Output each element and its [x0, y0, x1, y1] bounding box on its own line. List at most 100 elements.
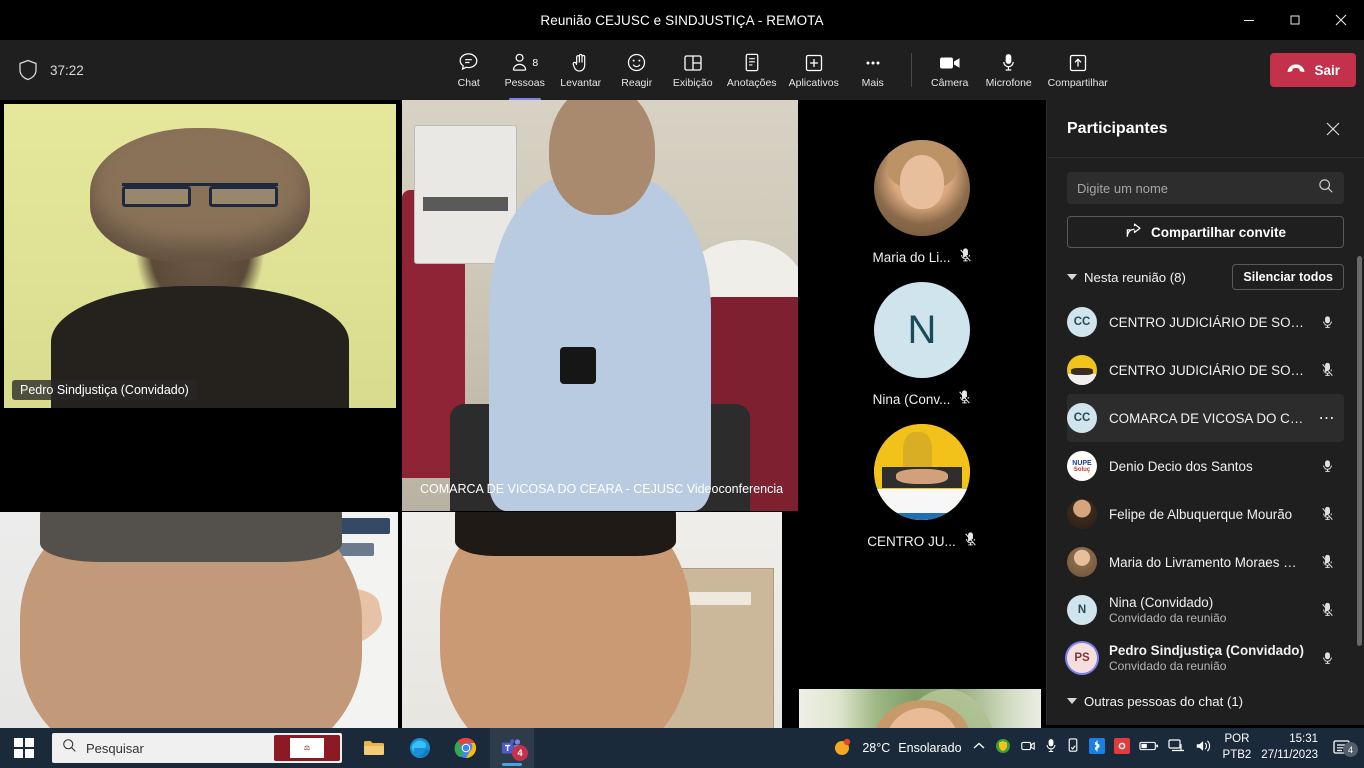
battery-icon[interactable] [1138, 739, 1159, 758]
search-input[interactable] [1077, 180, 1318, 196]
participant-row[interactable]: CC COMARCA DE VICOSA DO CEA... ⋯ [1067, 394, 1344, 442]
participant-name: Maria do Livramento Moraes Fo... [1109, 555, 1304, 570]
leave-meeting-button[interactable]: Sair [1270, 53, 1356, 87]
windows-start-icon[interactable] [0, 728, 48, 768]
taskbar-search[interactable]: Pesquisar ⚖ [52, 733, 342, 763]
video-feed [4, 104, 396, 408]
panel-header: Participantes [1047, 100, 1364, 158]
title-bar: Reunião CEJUSC e SINDJUSTIÇA - REMOTA [0, 0, 1364, 40]
rail-label: Maria do Li... [872, 248, 971, 266]
chevron-down-icon [1067, 274, 1077, 280]
more-options-icon[interactable]: ⋯ [1316, 408, 1338, 428]
muted-microphone-icon[interactable] [1316, 362, 1338, 378]
toolbar-apps-label: Aplicativos [788, 76, 839, 89]
other-chat-section-header[interactable]: Outras pessoas do chat (1) [1067, 688, 1344, 714]
toolbar-raise-hand-button[interactable]: Levantar [553, 41, 609, 99]
rail-tile-nina[interactable]: N Nina (Conv... [798, 282, 1046, 408]
share-screen-icon [1068, 52, 1088, 74]
shield-green-icon[interactable] [995, 738, 1011, 759]
usb-icon[interactable] [1066, 737, 1080, 759]
share-invite-button[interactable]: Compartilhar convite [1067, 216, 1344, 248]
participant-row[interactable]: Felipe de Albuquerque Mourão [1067, 490, 1344, 538]
volume-icon[interactable] [1195, 738, 1213, 759]
weather-widget[interactable]: 28°C Ensolarado [832, 737, 962, 760]
participant-row[interactable]: CENTRO JUDICIÁRIO DE SOLUÇ... [1067, 346, 1344, 394]
plus-box-icon [804, 52, 824, 74]
toolbar-chat-button[interactable]: Chat [441, 41, 497, 99]
participant-row[interactable]: N Nina (Convidado) Convidado da reunião [1067, 586, 1344, 634]
participant-name-text: CENTRO JUDICIÁRIO DE SOLUÇ... [1109, 362, 1304, 378]
camera-tray-icon[interactable] [1020, 738, 1036, 759]
google-chrome-icon[interactable] [444, 728, 488, 768]
rail-tile-maria[interactable]: Maria do Li... [798, 140, 1046, 266]
toolbar-people-button[interactable]: 8 Pessoas [497, 41, 553, 101]
muted-microphone-icon[interactable] [1316, 602, 1338, 618]
toolbar-camera-button[interactable]: Câmera [922, 41, 978, 99]
tile-name-label: COMARCA DE VICOSA DO CEARA - CEJUSC Vide… [420, 482, 785, 496]
meeting-timer: 37:22 [50, 62, 84, 78]
participant-row[interactable]: CC CENTRO JUDICIÁRIO DE SOLUÇ... [1067, 298, 1344, 346]
toolbar-microphone-button[interactable]: Microfone [978, 41, 1040, 99]
participant-name-text: Denio Decio dos Santos [1109, 458, 1253, 474]
search-thumbnail[interactable]: ⚖ [274, 735, 340, 761]
microsoft-teams-icon[interactable]: 4 [490, 728, 534, 768]
avatar: N [874, 282, 970, 378]
mute-all-button[interactable]: Silenciar todos [1232, 264, 1344, 290]
clock[interactable]: 15:31 27/11/2023 [1261, 732, 1318, 763]
participant-subtitle: Convidado da reunião [1109, 659, 1227, 673]
toolbar-notes-button[interactable]: Anotações [721, 41, 783, 99]
shield-icon [18, 59, 38, 81]
meeting-toolbar: 37:22 Chat 8 Pessoas Levantar Reagir Exi… [0, 40, 1364, 101]
close-button[interactable] [1318, 0, 1364, 40]
network-icon[interactable] [1167, 738, 1186, 758]
toolbar-apps-button[interactable]: Aplicativos [783, 41, 845, 99]
participant-row[interactable]: Maria do Livramento Moraes Fo... [1067, 538, 1344, 586]
video-tile-pedro[interactable]: Pedro Sindjustiça (Convidado) [4, 104, 396, 408]
section-toggle[interactable]: Outras pessoas do chat (1) [1067, 694, 1243, 709]
panel-scrollbar[interactable] [1357, 256, 1362, 646]
notification-icon[interactable]: 4 [1328, 739, 1358, 757]
close-icon[interactable] [1320, 116, 1346, 142]
notes-icon [743, 52, 761, 74]
rail-tile-centro[interactable]: CENTRO JU... [798, 424, 1046, 550]
language-indicator[interactable]: POR PTB2 [1223, 732, 1252, 763]
toolbar-view-button[interactable]: Exibição [665, 41, 721, 99]
window-controls [1226, 0, 1364, 40]
participant-row[interactable]: NUPE Soluç Denio Decio dos Santos [1067, 442, 1344, 490]
video-tile-comarca[interactable]: COMARCA DE VICOSA DO CEARA - CEJUSC Vide… [402, 100, 798, 511]
chevron-up-icon[interactable] [972, 739, 986, 757]
toolbar-left: 37:22 [0, 59, 300, 81]
weather-temp: 28°C [862, 741, 891, 755]
taskbar-apps: 4 [352, 728, 534, 768]
panel-body: Compartilhar convite Nesta reunião (8) S… [1047, 158, 1364, 714]
toolbar-react-button[interactable]: Reagir [609, 41, 665, 99]
participants-rail: Maria do Li... N Nina (Conv... CENTRO JU… [798, 100, 1046, 725]
section-toggle[interactable]: Nesta reunião (8) [1067, 270, 1186, 285]
participant-name-text: Nina (Convidado) [1109, 595, 1214, 610]
participants-panel: Participantes Compartilhar convite [1046, 100, 1364, 725]
muted-microphone-icon[interactable] [1316, 554, 1338, 570]
participant-subtitle: Convidado da reunião [1109, 611, 1227, 625]
bluetooth-icon[interactable] [1088, 737, 1105, 759]
maximize-button[interactable] [1272, 0, 1318, 40]
toolbar-notes-label: Anotações [726, 76, 777, 89]
chevron-down-icon [1067, 698, 1077, 704]
muted-microphone-icon[interactable] [1316, 506, 1338, 522]
record-icon[interactable] [1113, 737, 1130, 759]
search-icon [1318, 178, 1334, 199]
camera-icon [938, 52, 962, 74]
microphone-icon[interactable] [1316, 650, 1338, 666]
minimize-button[interactable] [1226, 0, 1272, 40]
participant-row[interactable]: PS Pedro Sindjustiça (Convidado) Convida… [1067, 634, 1344, 682]
toolbar-share-button[interactable]: Compartilhar [1040, 41, 1116, 99]
participant-search[interactable] [1067, 172, 1344, 204]
file-explorer-icon[interactable] [352, 728, 396, 768]
microphone-tray-icon[interactable] [1045, 737, 1057, 759]
rail-name-text: Maria do Li... [872, 249, 951, 265]
toolbar-share-label: Compartilhar [1047, 76, 1108, 89]
microphone-icon[interactable] [1316, 458, 1338, 474]
microphone-icon[interactable] [1316, 314, 1338, 330]
microsoft-edge-icon[interactable] [398, 728, 442, 768]
weather-condition: Ensolarado [898, 741, 962, 755]
toolbar-more-button[interactable]: Mais [845, 41, 901, 99]
